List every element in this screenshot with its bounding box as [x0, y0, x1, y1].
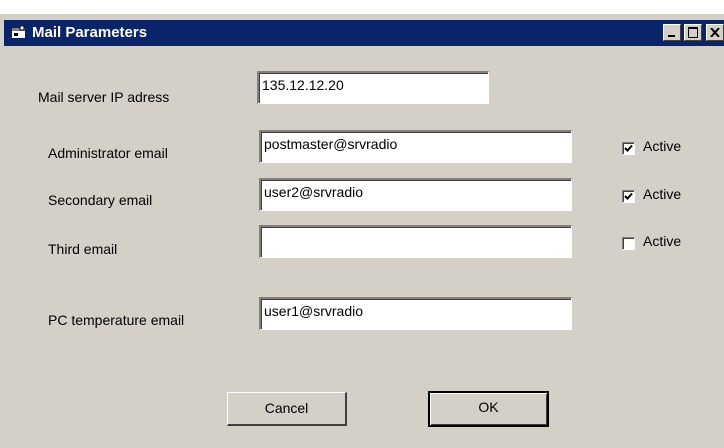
admin-active-label: Active [643, 138, 682, 154]
admin-email-label: Administrator email [48, 145, 168, 161]
pc-temperature-email-label: PC temperature email [48, 312, 185, 328]
third-active-label: Active [643, 233, 682, 249]
server-ip-input[interactable]: 135.12.12.20 [257, 71, 489, 104]
cancel-button[interactable]: Cancel [227, 392, 347, 426]
admin-active-checkbox[interactable] [622, 142, 635, 155]
ok-button[interactable]: OK [428, 391, 549, 427]
checkmark-icon [624, 144, 633, 152]
window-title: Mail Parameters [32, 24, 148, 41]
admin-email-input[interactable]: postmaster@srvradio [259, 130, 572, 163]
server-ip-label: Mail server IP adress [38, 89, 170, 105]
third-email-label: Third email [48, 241, 118, 257]
checkmark-icon [624, 192, 633, 200]
third-active-checkbox[interactable] [622, 237, 635, 250]
minimize-button[interactable] [663, 24, 681, 41]
window-app-icon [12, 25, 26, 39]
title-bar[interactable]: Mail Parameters [4, 20, 724, 46]
secondary-active-checkbox[interactable] [622, 190, 635, 203]
third-email-input[interactable] [259, 225, 572, 258]
secondary-active-label: Active [643, 186, 682, 202]
close-button[interactable] [706, 24, 724, 41]
secondary-email-label: Secondary email [48, 192, 153, 208]
mail-parameters-dialog: Mail Parameters Mail server IP adress 13… [0, 13, 724, 448]
secondary-email-input[interactable]: user2@srvradio [259, 178, 572, 211]
maximize-button[interactable] [684, 24, 702, 41]
pc-temperature-email-input[interactable]: user1@srvradio [259, 297, 572, 330]
close-icon [710, 28, 720, 37]
